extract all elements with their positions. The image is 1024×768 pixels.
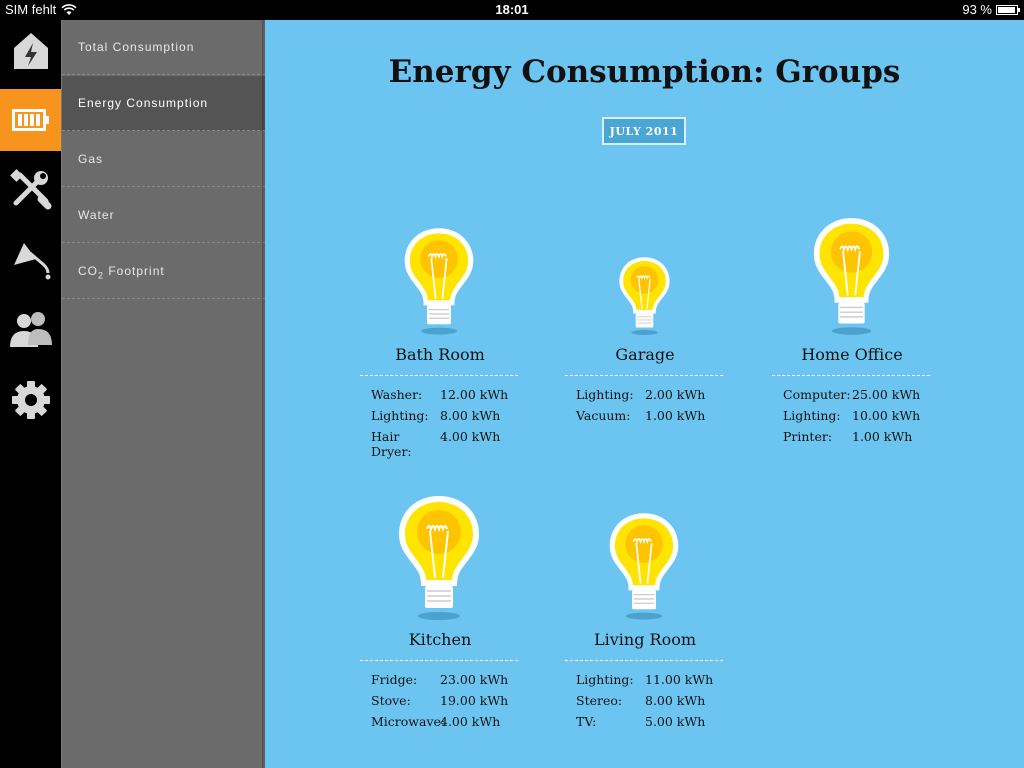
menu-item-label: Water (78, 208, 115, 222)
consumption-value: 23.00 kWh (440, 672, 509, 687)
lightbulb-icon (813, 218, 889, 335)
consumption-row: Washer: 12.00 kWh (360, 387, 518, 408)
menu-item-label: Energy Consumption (78, 96, 209, 110)
group-consumption-list: Washer: 12.00 kWh Lighting: 8.00 kWh Hair Dr… (360, 387, 518, 459)
consumption-value: 11.00 kWh (645, 672, 714, 687)
group-consumption-list: Lighting: 2.00 kWh Vacuum: 1.00 kWh (565, 387, 723, 429)
menu-item-water[interactable]: Water (62, 188, 265, 243)
group-separator (360, 660, 518, 661)
shower-button[interactable] (0, 229, 61, 291)
menu-item-total-consumption[interactable]: Total Consumption (62, 20, 265, 75)
consumption-label: Fridge: (371, 672, 418, 687)
group-consumption-list: Lighting: 11.00 kWh Stereo: 8.00 kWh TV: 5.00… (565, 672, 723, 735)
group-separator (565, 375, 723, 376)
group-separator (360, 375, 518, 376)
tools-button[interactable] (0, 159, 61, 221)
consumption-label: Hair Dryer: (371, 429, 412, 459)
home-energy-button[interactable] (0, 20, 61, 82)
main-panel: Energy Consumption: Groups JULY 2011 Bat… (265, 20, 1024, 768)
consumption-value: 1.00 kWh (645, 408, 706, 423)
energy-battery-button[interactable] (0, 89, 68, 151)
consumption-row: Lighting: 11.00 kWh (565, 672, 723, 693)
consumption-label: Microwave: (371, 714, 446, 729)
battery-icon (11, 109, 49, 131)
group-consumption-list: Computer: 25.00 kWh Lighting: 10.00 kWh Prin… (772, 387, 930, 450)
section-menu: Total Consumption Energy Consumption Gas… (61, 20, 272, 768)
consumption-label: Stereo: (576, 693, 623, 708)
consumption-label: Lighting: (783, 408, 841, 423)
consumption-label: Lighting: (371, 408, 429, 423)
tools-icon (9, 169, 51, 210)
consumption-label: Lighting: (576, 672, 634, 687)
consumption-row: Microwave: 4.00 kWh (360, 714, 518, 735)
group-name: Kitchen (408, 630, 472, 649)
consumption-label: Computer: (783, 387, 851, 402)
menu-item-co2-footprint[interactable]: CO2 Footprint (62, 244, 265, 299)
consumption-label: Washer: (371, 387, 423, 402)
consumption-row: Printer: 1.00 kWh (772, 429, 930, 450)
battery-status-icon (996, 4, 1020, 15)
settings-button[interactable] (0, 369, 61, 431)
gear-icon (11, 381, 50, 419)
consumption-label: Stove: (371, 693, 411, 708)
menu-item-gas[interactable]: Gas (62, 132, 265, 187)
group-consumption-list: Fridge: 23.00 kWh Stove: 19.00 kWh Microwave… (360, 672, 518, 735)
consumption-row: Stereo: 8.00 kWh (565, 693, 723, 714)
group-name: Living Room (593, 630, 696, 649)
consumption-value: 1.00 kWh (852, 429, 913, 444)
group-separator (772, 375, 930, 376)
group-name: Garage (615, 345, 675, 364)
people-icon (9, 312, 52, 347)
icon-sidebar (0, 20, 68, 768)
consumption-value: 8.00 kWh (440, 408, 501, 423)
menu-item-label: CO2 Footprint (78, 264, 165, 281)
consumption-row: Computer: 25.00 kWh (772, 387, 930, 408)
consumption-value: 8.00 kWh (645, 693, 706, 708)
consumption-row: Vacuum: 1.00 kWh (565, 408, 723, 429)
date-selector[interactable]: JULY 2011 (602, 117, 686, 145)
shower-icon (13, 243, 50, 280)
home-energy-icon (13, 33, 48, 69)
consumption-row: Hair Dryer: 4.00 kWh (360, 429, 518, 459)
consumption-value: 5.00 kWh (645, 714, 706, 729)
consumption-row: Lighting: 8.00 kWh (360, 408, 518, 429)
consumption-value: 4.00 kWh (440, 714, 501, 729)
menu-item-energy-consumption[interactable]: Energy Consumption (62, 76, 272, 131)
consumption-row: Lighting: 10.00 kWh (772, 408, 930, 429)
group-name: Bath Room (395, 345, 485, 364)
battery-label: 93 % (962, 2, 992, 17)
consumption-value: 25.00 kWh (852, 387, 921, 402)
people-button[interactable] (0, 299, 61, 361)
consumption-label: Lighting: (576, 387, 634, 402)
consumption-value: 2.00 kWh (645, 387, 706, 402)
consumption-value: 12.00 kWh (440, 387, 509, 402)
menu-item-label: Total Consumption (78, 40, 195, 54)
lightbulb-icon (399, 496, 479, 620)
menu-item-label: Gas (78, 152, 104, 166)
status-bar: SIM fehlt 18:01 93 % (0, 0, 1024, 20)
lightbulb-icon (404, 228, 474, 335)
lightbulb-icon (618, 257, 670, 335)
consumption-label: TV: (576, 714, 597, 729)
group-name: Home Office (801, 345, 903, 364)
page-title: Energy Consumption: Groups (388, 54, 901, 90)
consumption-value: 4.00 kWh (440, 429, 501, 444)
consumption-row: Fridge: 23.00 kWh (360, 672, 518, 693)
consumption-label: Vacuum: (576, 408, 631, 423)
consumption-label: Printer: (783, 429, 833, 444)
consumption-row: Stove: 19.00 kWh (360, 693, 518, 714)
consumption-row: TV: 5.00 kWh (565, 714, 723, 735)
consumption-value: 19.00 kWh (440, 693, 509, 708)
clock: 18:01 (495, 2, 529, 17)
consumption-row: Lighting: 2.00 kWh (565, 387, 723, 408)
battery-indicator: 93 % (962, 2, 1020, 17)
lightbulb-icon (609, 513, 679, 620)
consumption-value: 10.00 kWh (852, 408, 921, 423)
group-separator (565, 660, 723, 661)
